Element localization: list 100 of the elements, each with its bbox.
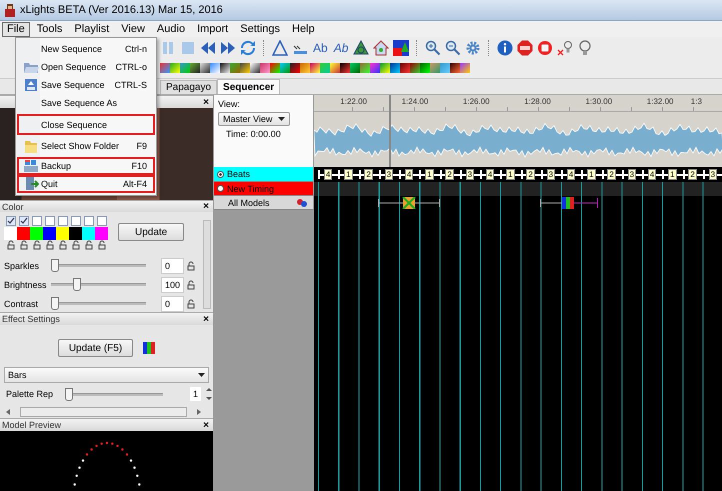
lock-icon[interactable] [84, 240, 92, 250]
checkbox[interactable] [58, 216, 68, 226]
light-bulb-icon[interactable] [577, 40, 594, 56]
lock-icon[interactable] [46, 240, 54, 250]
update-button[interactable]: Update (F5) [58, 339, 134, 358]
color-swatch[interactable] [17, 227, 30, 240]
tab[interactable]: Sequencer [217, 79, 280, 94]
bulb-off-icon[interactable] [557, 40, 574, 56]
time-label: 1:26.00 [462, 96, 491, 108]
checkbox[interactable] [70, 216, 80, 226]
tab[interactable]: Papagayo [160, 80, 218, 94]
lock-icon[interactable] [6, 240, 14, 250]
menu-item[interactable]: Select Show Folder F9 [17, 137, 155, 155]
settings-icon[interactable] [465, 40, 482, 56]
menu-item[interactable]: View [116, 22, 150, 36]
slider-thumb[interactable] [65, 388, 73, 401]
beat-label: 4 [404, 169, 414, 180]
timeline-ruler[interactable]: 1:22.00 1:24.00 1:26.00 1:28.00 1:30.00 1:32.00 1:3 [314, 95, 722, 112]
menu-item[interactable]: Playlist [69, 22, 114, 36]
beat-label: 1 [587, 169, 596, 180]
repeat-icon[interactable] [240, 40, 256, 56]
time-label: Time: 0:00.00 [225, 129, 282, 139]
lock-icon[interactable] [58, 240, 66, 250]
row-label[interactable]: Beats [214, 167, 314, 182]
slider-thumb[interactable] [72, 278, 81, 292]
menu-item[interactable]: Save Sequence As [17, 94, 155, 112]
text-tool-button[interactable]: Ab [332, 41, 350, 55]
beat-label: 3 [546, 169, 556, 180]
slider-thumb[interactable] [51, 297, 59, 310]
radio-button[interactable] [217, 185, 224, 192]
beat-label: 2 [688, 169, 697, 180]
color-swatch[interactable] [43, 227, 56, 240]
slider-label: Brightness [4, 280, 44, 290]
checkbox[interactable] [6, 216, 16, 226]
close-button[interactable]: × [203, 96, 209, 108]
update-button[interactable]: Update [118, 223, 184, 242]
rewind-icon[interactable] [200, 40, 216, 56]
spin-arrows-icon[interactable] [206, 388, 212, 400]
beat-label: 4 [324, 169, 332, 180]
view-dropdown[interactable]: Master View [218, 112, 290, 126]
menu-item[interactable]: Backup F10 [17, 157, 155, 175]
menu-item[interactable]: Quit Alt-F4 [17, 175, 155, 193]
menu-item[interactable]: Tools [32, 22, 68, 36]
menu-item[interactable]: Import [192, 22, 234, 36]
info-icon[interactable] [497, 40, 514, 56]
fast-forward-icon[interactable] [220, 40, 236, 56]
lock-icon[interactable] [187, 260, 195, 271]
color-swatch[interactable] [95, 227, 108, 240]
text-tool-button[interactable]: Ab [312, 41, 329, 55]
lock-icon[interactable] [187, 280, 195, 290]
lock-icon[interactable] [98, 240, 106, 250]
lock-icon[interactable] [20, 240, 28, 250]
house-icon[interactable] [373, 40, 390, 56]
color-swatch[interactable] [30, 227, 43, 240]
menu-item[interactable]: Save Sequence CTRL-S [17, 76, 155, 94]
lock-icon[interactable] [187, 298, 195, 309]
checkbox[interactable] [44, 216, 54, 226]
menu-item[interactable]: File [2, 22, 30, 36]
effect-dropdown[interactable]: Bars [4, 367, 209, 384]
value-field[interactable]: 0 [161, 258, 184, 274]
slider-thumb[interactable] [51, 259, 59, 272]
color-swatch[interactable] [69, 227, 82, 240]
circle-stop-icon[interactable] [537, 40, 554, 56]
effect-block-drawing [540, 197, 598, 209]
menu-item[interactable]: Audio [152, 22, 190, 36]
checkbox[interactable] [18, 216, 28, 226]
checkbox[interactable] [84, 216, 94, 226]
value-field[interactable]: 0 [161, 296, 184, 312]
close-button[interactable]: × [203, 314, 209, 325]
time-label: 1:28.00 [523, 96, 552, 108]
time-label: 1:3 [690, 96, 702, 108]
color-swatch[interactable] [56, 227, 69, 240]
row-label[interactable]: All Models [214, 196, 314, 210]
beat-label: 2 [364, 169, 373, 180]
menu-item[interactable]: Close Sequence [17, 114, 155, 135]
value-field[interactable]: 100 [161, 276, 184, 293]
radio-button[interactable] [217, 170, 224, 178]
checkbox[interactable] [96, 216, 106, 226]
zoom-out-icon[interactable] [445, 40, 462, 56]
zoom-in-icon[interactable] [425, 40, 442, 56]
close-button[interactable]: × [203, 420, 209, 430]
slider-label: Palette Rep [6, 389, 54, 400]
lock-icon[interactable] [32, 240, 40, 250]
scroll-left-icon[interactable] [6, 409, 10, 416]
row-label[interactable]: New Timing [214, 182, 314, 196]
menu-item[interactable]: Open Sequence CTRL-o [17, 58, 155, 76]
color-swatch[interactable] [4, 227, 17, 240]
scroll-right-icon[interactable] [197, 409, 201, 416]
triangle-icon[interactable] [272, 40, 288, 56]
panel-title: Color [2, 202, 24, 212]
color-swatch[interactable] [82, 227, 95, 240]
checkbox[interactable] [32, 216, 42, 226]
close-button[interactable]: × [203, 201, 209, 212]
menu-item[interactable]: Help [287, 22, 320, 36]
lock-icon[interactable] [72, 240, 80, 250]
menu-item[interactable]: New Sequence Ctrl-n [17, 40, 155, 58]
value-field[interactable]: 1 [190, 387, 201, 402]
menu-item[interactable]: Settings [235, 22, 285, 36]
scrollbar[interactable] [203, 220, 211, 310]
stop-sign-icon[interactable] [517, 40, 534, 56]
